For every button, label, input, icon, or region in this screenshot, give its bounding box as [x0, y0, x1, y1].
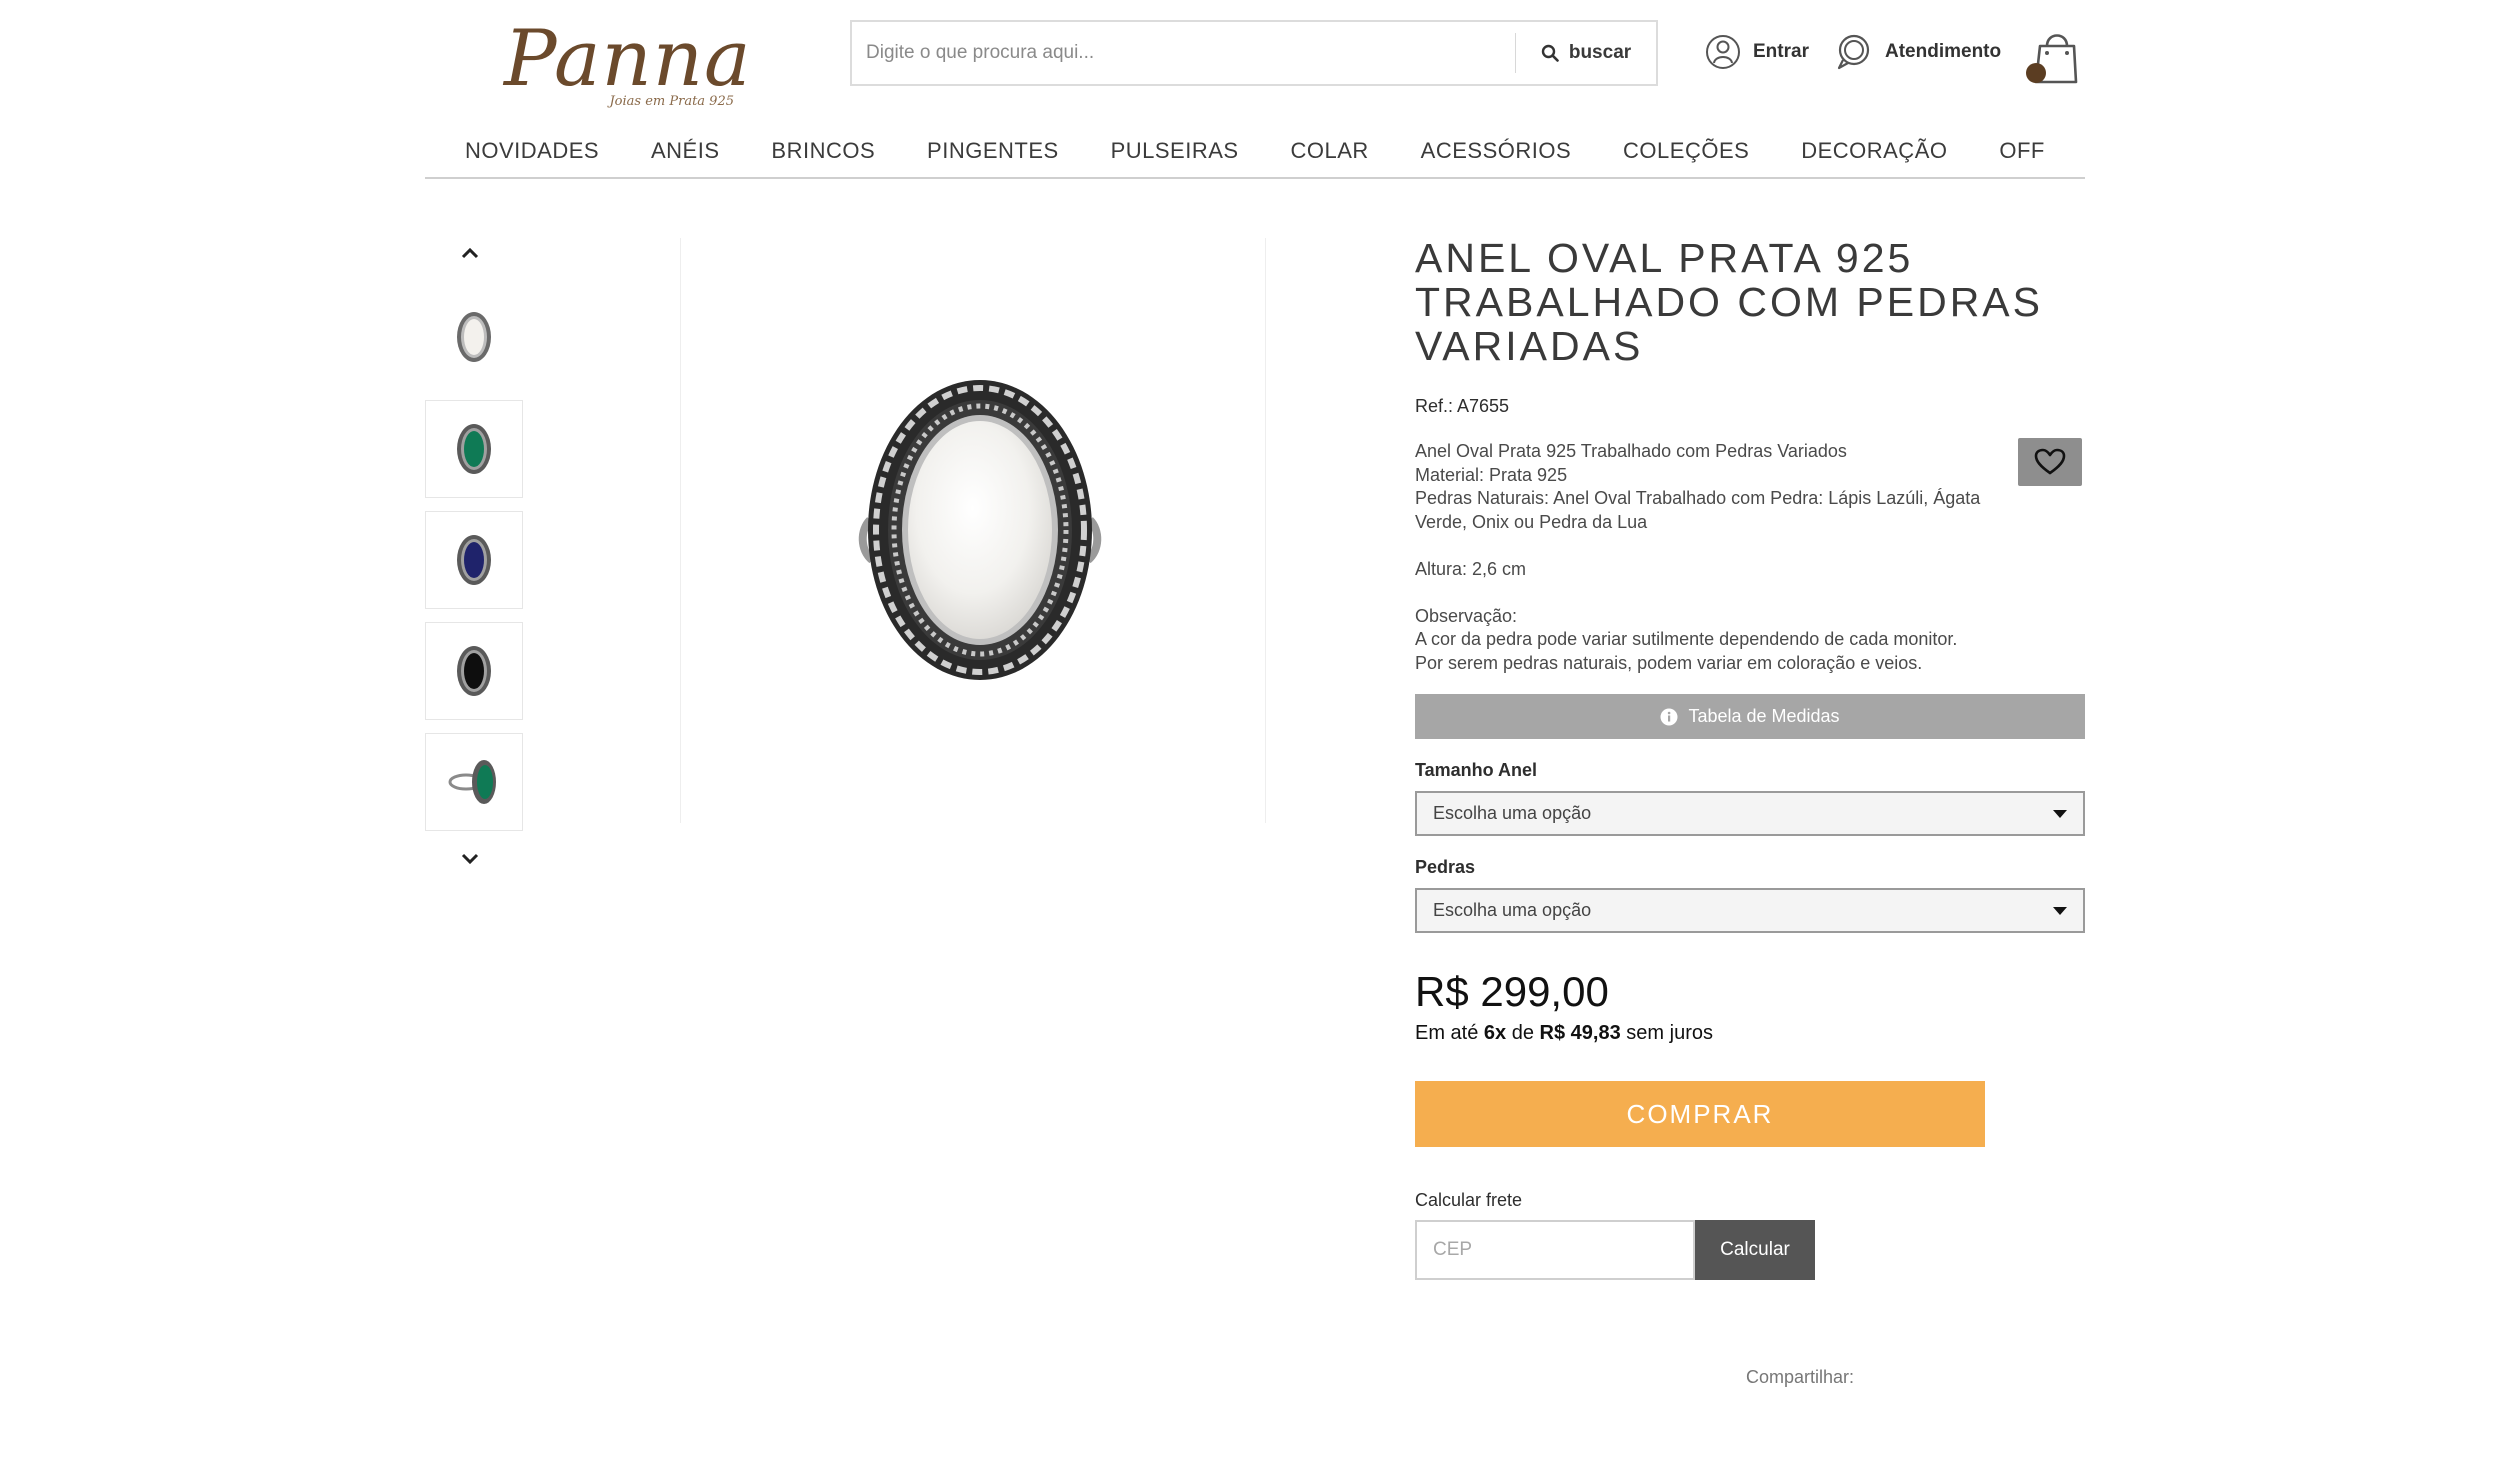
- thumbnails-down-button[interactable]: [455, 844, 485, 874]
- brand-logo[interactable]: Panna Joias em Prata 925: [500, 20, 750, 115]
- thumbnail-blue[interactable]: [425, 511, 523, 609]
- installments-amount: R$ 49,83: [1539, 1022, 1621, 1044]
- search-bar: buscar: [850, 20, 1658, 86]
- thumbnail-white[interactable]: [425, 288, 523, 386]
- gallery-divider-left: [680, 238, 681, 823]
- description-line: Por serem pedras naturais, podem variar …: [1415, 652, 1923, 673]
- main-nav: NOVIDADES ANÉIS BRINCOS PINGENTES PULSEI…: [425, 124, 2085, 178]
- ring-thumbnail-image: [457, 312, 491, 362]
- description-line: A cor da pedra pode variar sutilmente de…: [1415, 629, 1958, 649]
- installments-text: Em até 6x de R$ 49,83 sem juros: [1415, 1022, 1713, 1045]
- cart-button[interactable]: [2022, 24, 2084, 88]
- brand-tagline: Joias em Prata 925: [609, 94, 734, 109]
- caret-down-icon: [2053, 809, 2067, 818]
- stone-select[interactable]: Escolha uma opção: [1415, 888, 2085, 933]
- description-line: Pedras Naturais: Anel Oval Trabalhado co…: [1415, 488, 1981, 532]
- ring-thumbnail-image: [448, 760, 496, 804]
- stone-label: Pedras: [1415, 857, 1476, 877]
- size-label: Tamanho Anel: [1415, 760, 1538, 780]
- ring-image: [858, 380, 1102, 680]
- favorite-button[interactable]: [2018, 438, 2082, 486]
- description-line: Observação:: [1415, 605, 1518, 626]
- size-table-label: Tabela de Medidas: [1688, 706, 1840, 726]
- nav-off[interactable]: OFF: [1999, 138, 2045, 164]
- nav-pingentes[interactable]: PINGENTES: [927, 138, 1059, 164]
- support-link[interactable]: Atendimento: [1835, 32, 2001, 72]
- chat-icon: [1837, 34, 1870, 70]
- nav-divider: [425, 177, 2085, 179]
- nav-novidades[interactable]: NOVIDADES: [465, 138, 599, 164]
- chevron-down-icon: [461, 853, 479, 865]
- product-price: R$ 299,00: [1415, 968, 1609, 1015]
- search-button-label: buscar: [1568, 42, 1632, 63]
- thumbnail-green[interactable]: [425, 400, 523, 498]
- buy-button[interactable]: COMPRAR: [1415, 1081, 1985, 1147]
- thumbnail-green-side[interactable]: [425, 733, 523, 831]
- ring-thumbnail-image: [457, 646, 491, 696]
- product-ref: Ref.: A7655: [1415, 396, 1510, 416]
- shopping-bag-icon: [2026, 34, 2078, 84]
- heart-icon: [2034, 448, 2066, 475]
- size-table-button[interactable]: Tabela de Medidas: [1415, 694, 2085, 739]
- thumbnail-black[interactable]: [425, 622, 523, 720]
- share-label: Compartilhar:: [1746, 1367, 1855, 1387]
- installments-prefix: Em até: [1415, 1022, 1479, 1044]
- nav-colecoes[interactable]: COLEÇÕES: [1623, 138, 1749, 164]
- size-select-value: Escolha uma opção: [1433, 803, 1592, 823]
- nav-brincos[interactable]: BRINCOS: [771, 138, 875, 164]
- size-select[interactable]: Escolha uma opção: [1415, 791, 2085, 836]
- product-description: Anel Oval Prata 925 Trabalhado com Pedra…: [1415, 440, 2015, 675]
- description-line: Anel Oval Prata 925 Trabalhado com Pedra…: [1415, 441, 1847, 461]
- nav-colar[interactable]: COLAR: [1290, 138, 1368, 164]
- chevron-up-icon: [461, 247, 479, 259]
- thumbnails-up-button[interactable]: [455, 238, 485, 268]
- description-line: Altura: 2,6 cm: [1415, 558, 1527, 579]
- description-line: Material: Prata 925: [1415, 464, 1568, 485]
- ring-thumbnail-image: [457, 535, 491, 585]
- user-icon: [1706, 35, 1740, 69]
- installments-suffix: sem juros: [1626, 1022, 1713, 1044]
- product-main-image[interactable]: [850, 370, 1110, 690]
- nav-pulseiras[interactable]: PULSEIRAS: [1111, 138, 1239, 164]
- nav-acessorios[interactable]: ACESSÓRIOS: [1421, 138, 1571, 164]
- login-label: Entrar: [1753, 41, 1809, 62]
- calculate-shipping-button[interactable]: Calcular: [1695, 1220, 1815, 1280]
- login-link[interactable]: Entrar: [1705, 32, 1809, 72]
- product-title: ANEL OVAL PRATA 925 TRABALHADO COM PEDRA…: [1415, 235, 2043, 369]
- brand-name: Panna: [504, 14, 752, 104]
- shipping-label: Calcular frete: [1415, 1190, 1523, 1210]
- info-icon: [1660, 708, 1678, 725]
- nav-decoracao[interactable]: DECORAÇÃO: [1801, 138, 1947, 164]
- support-label: Atendimento: [1885, 41, 2002, 62]
- installments-count: 6x: [1483, 1022, 1507, 1044]
- stone-select-value: Escolha uma opção: [1433, 900, 1592, 920]
- search-input[interactable]: [852, 22, 1515, 84]
- search-icon: [1541, 44, 1559, 62]
- gallery-divider-right: [1265, 238, 1266, 823]
- caret-down-icon: [2053, 906, 2067, 915]
- cep-input[interactable]: [1415, 1220, 1695, 1280]
- nav-aneis[interactable]: ANÉIS: [651, 138, 720, 164]
- installments-mid: de: [1511, 1022, 1534, 1044]
- search-button[interactable]: buscar: [1516, 22, 1656, 84]
- ring-thumbnail-image: [457, 424, 491, 474]
- thumbnail-stone: [464, 319, 484, 355]
